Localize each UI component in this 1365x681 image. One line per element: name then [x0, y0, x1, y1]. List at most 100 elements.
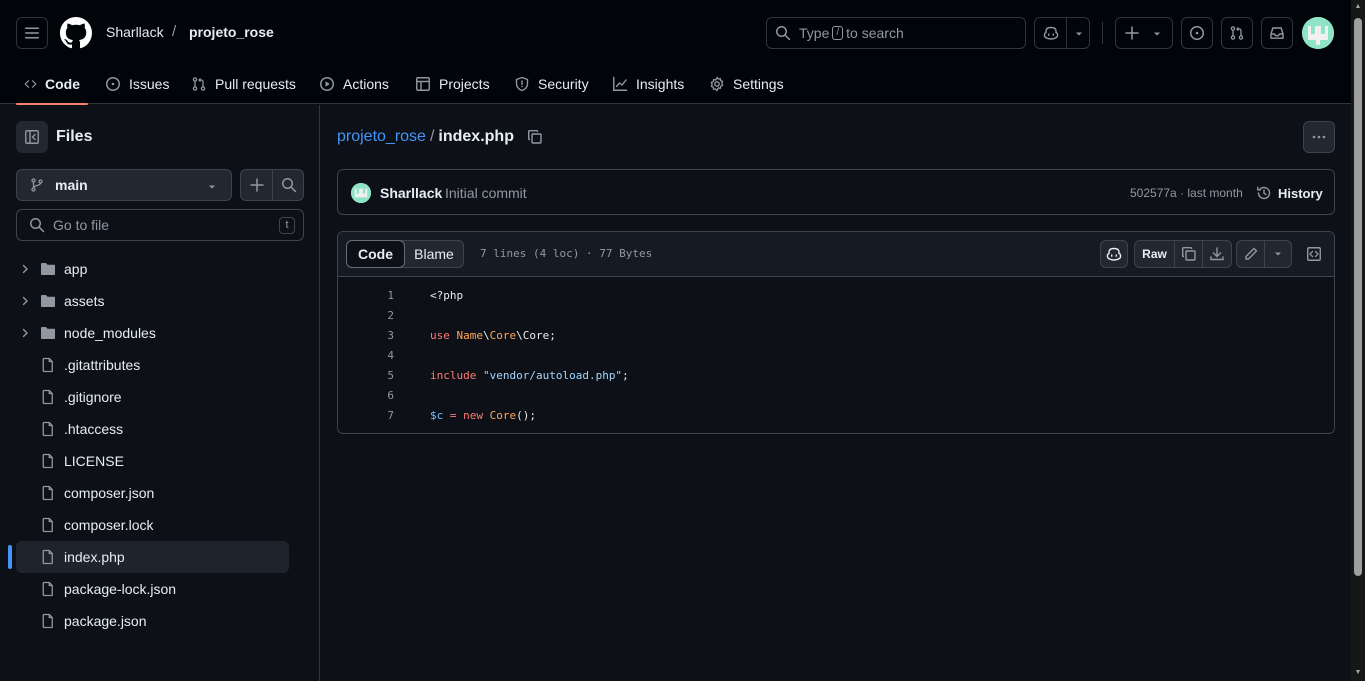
go-to-file-input[interactable]: Go to file t: [16, 209, 304, 241]
edit-options-dropdown[interactable]: [1265, 241, 1291, 267]
code-line[interactable]: 1 <?php: [338, 286, 1334, 306]
tab-actions[interactable]: Actions: [311, 64, 397, 104]
global-search-input[interactable]: Type / to search: [766, 17, 1026, 49]
scroll-down-arrow-icon[interactable]: ▼: [1354, 669, 1362, 677]
folder-icon: [41, 327, 55, 339]
edit-file-button[interactable]: [1237, 241, 1265, 267]
commit-author[interactable]: Sharllack: [380, 185, 442, 201]
tab-insights[interactable]: Insights: [604, 64, 692, 104]
search-shortcut-key: /: [832, 26, 844, 40]
code-line[interactable]: 7 $c = new Core();: [338, 406, 1334, 426]
git-pull-request-icon: [192, 77, 206, 91]
git-pull-request-icon: [1230, 26, 1244, 40]
menu-button[interactable]: [16, 17, 48, 49]
user-avatar[interactable]: [1302, 17, 1334, 49]
file-icon: [42, 485, 53, 501]
copilot-button-group[interactable]: [1034, 17, 1090, 49]
line-number[interactable]: 4: [374, 346, 394, 366]
tab-pull-requests[interactable]: Pull requests: [183, 64, 304, 104]
download-icon: [1210, 247, 1224, 261]
tab-settings[interactable]: Settings: [701, 64, 792, 104]
your-issues-button[interactable]: [1181, 17, 1213, 49]
tab-actions-label: Actions: [343, 76, 389, 92]
create-new-button[interactable]: [1115, 17, 1173, 49]
tree-item-assets[interactable]: assets: [16, 285, 289, 317]
breadcrumb-owner[interactable]: Sharllack: [106, 24, 164, 40]
graph-icon: [613, 76, 628, 91]
code-view-button[interactable]: Code: [346, 240, 405, 268]
tree-item-gitattributes[interactable]: .gitattributes: [16, 349, 289, 381]
tree-item-label: .htaccess: [64, 421, 124, 437]
raw-button[interactable]: Raw: [1135, 241, 1175, 267]
tree-item-composer-lock[interactable]: composer.lock: [16, 509, 289, 541]
tab-issues-label: Issues: [129, 76, 170, 92]
ask-copilot-button[interactable]: [1100, 240, 1128, 268]
line-number[interactable]: 6: [374, 386, 394, 406]
tree-item-node-modules[interactable]: node_modules: [16, 317, 289, 349]
tab-projects[interactable]: Projects: [407, 64, 498, 104]
tree-item-label: composer.lock: [64, 517, 154, 533]
copy-raw-button[interactable]: [1175, 241, 1203, 267]
tree-item-package-lock-json[interactable]: package-lock.json: [16, 573, 289, 605]
chevron-down-icon: [1154, 32, 1160, 36]
tab-security[interactable]: Security: [506, 64, 597, 104]
history-button[interactable]: History: [1256, 184, 1323, 202]
line-number[interactable]: 3: [374, 326, 394, 346]
line-number[interactable]: 1: [374, 286, 394, 306]
notifications-button[interactable]: [1261, 17, 1293, 49]
tree-item-label: assets: [64, 293, 105, 309]
symbols-panel-button[interactable]: [1300, 240, 1328, 268]
search-icon[interactable]: [281, 177, 297, 193]
blame-view-button[interactable]: Blame: [405, 241, 463, 267]
collapse-file-tree-button[interactable]: [16, 121, 48, 153]
sidebar-collapse-icon: [25, 130, 39, 144]
code-line[interactable]: 4: [338, 346, 1334, 366]
tree-item-gitignore[interactable]: .gitignore: [16, 381, 289, 413]
scrollbar-thumb[interactable]: [1354, 18, 1362, 576]
file-viewer-main: projeto_rose / index.php Sharllack Initial…: [321, 105, 1351, 681]
copy-icon[interactable]: [527, 129, 543, 145]
history-label: History: [1278, 185, 1323, 201]
code-viewer-header: Code Blame 7 lines (4 loc) · 77 Bytes Ra…: [338, 232, 1334, 277]
commit-meta[interactable]: 502577a · last month: [1130, 186, 1243, 200]
tree-item-label: package-lock.json: [64, 581, 177, 597]
tree-item-license[interactable]: LICENSE: [16, 445, 289, 477]
search-icon: [776, 26, 791, 41]
file-tree-sidebar: Files main Go to file t app assets node_…: [0, 105, 320, 681]
breadcrumb-repo[interactable]: projeto_rose: [189, 24, 274, 40]
path-repo-link[interactable]: projeto_rose: [337, 128, 426, 145]
code-line[interactable]: 3 use Name\Core\Core;: [338, 326, 1334, 346]
more-options-button[interactable]: [1303, 121, 1335, 153]
code-line[interactable]: 6: [338, 386, 1334, 406]
gear-icon: [710, 76, 724, 92]
tree-item-index-php[interactable]: index.php: [16, 541, 289, 573]
line-number[interactable]: 5: [374, 366, 394, 386]
line-number[interactable]: 2: [374, 306, 394, 326]
github-logo-icon[interactable]: [60, 17, 92, 49]
tree-item-label: index.php: [64, 549, 125, 565]
file-icon: [42, 613, 53, 629]
global-header: Sharllack / projeto_rose Type / to searc…: [0, 0, 1351, 105]
view-mode-toggle: Code Blame: [346, 240, 464, 268]
tree-item-composer-json[interactable]: composer.json: [16, 477, 289, 509]
copilot-icon: [1106, 247, 1122, 261]
download-raw-button[interactable]: [1203, 241, 1231, 267]
your-pull-requests-button[interactable]: [1221, 17, 1253, 49]
code-line[interactable]: 2: [338, 306, 1334, 326]
header-row: Sharllack / projeto_rose Type / to searc…: [0, 0, 1351, 64]
tab-issues[interactable]: Issues: [97, 64, 177, 104]
code-square-icon: [1307, 247, 1321, 261]
scroll-up-arrow-icon[interactable]: ▲: [1354, 3, 1362, 11]
tree-item-package-json[interactable]: package.json: [16, 605, 289, 637]
plus-icon[interactable]: [249, 177, 265, 193]
branch-selector[interactable]: main: [16, 169, 232, 201]
tree-item-htaccess[interactable]: .htaccess: [16, 413, 289, 445]
commit-message[interactable]: Initial commit: [445, 185, 527, 201]
line-number[interactable]: 7: [374, 406, 394, 426]
code-line[interactable]: 5 include "vendor/autoload.php";: [338, 366, 1334, 386]
commit-author-avatar[interactable]: [351, 183, 371, 203]
copy-icon: [1181, 247, 1196, 261]
tree-item-app[interactable]: app: [16, 253, 289, 285]
tab-code[interactable]: Code: [16, 64, 88, 105]
path-separator: /: [429, 128, 435, 145]
